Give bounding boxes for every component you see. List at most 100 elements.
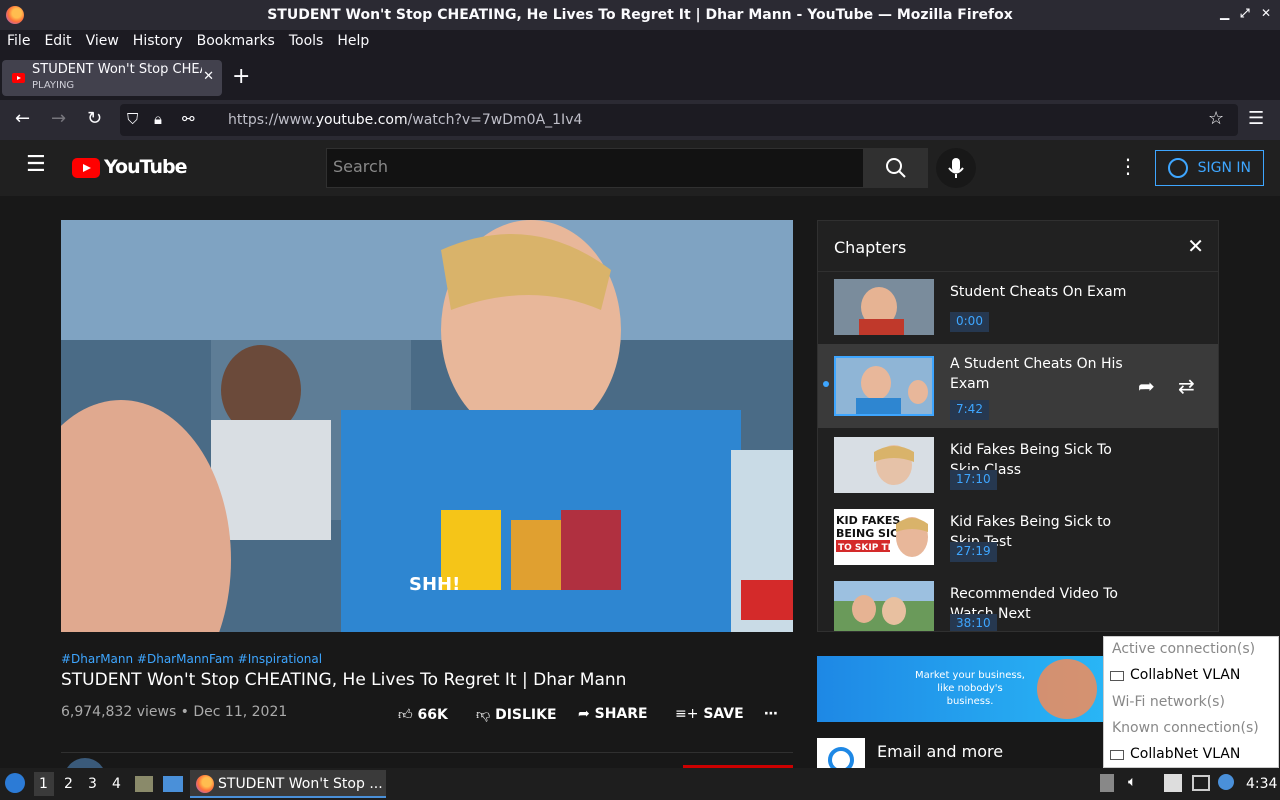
minimize-icon[interactable]: ▁ xyxy=(1220,6,1229,20)
chapter-timestamp[interactable]: 27:19 xyxy=(950,542,997,562)
thumbs-down-icon: 👎︎ xyxy=(476,707,491,723)
network-menu-popup: Active connection(s) CollabNet VLAN Wi-F… xyxy=(1103,636,1279,768)
more-actions-icon[interactable]: ⋯ xyxy=(764,706,778,722)
chapter-title: Student Cheats On Exam xyxy=(950,284,1127,300)
chapter-item[interactable]: Kid Fakes Being Sick To Skip Class 17:10 xyxy=(818,430,1218,502)
menu-history[interactable]: History xyxy=(133,33,183,49)
chapter-timestamp[interactable]: 0:00 xyxy=(950,312,989,332)
active-connection-item[interactable]: CollabNet VLAN xyxy=(1130,667,1240,689)
repeat-icon[interactable]: ⇄ xyxy=(1178,374,1195,398)
workspace-4[interactable]: 4 xyxy=(112,776,121,792)
video-frame: SHH! xyxy=(61,220,793,632)
sign-in-label: SIGN IN xyxy=(1197,160,1251,176)
ad-logo xyxy=(817,738,865,773)
save-label: SAVE xyxy=(703,706,744,722)
share-button[interactable]: ➦ SHARE xyxy=(578,706,648,722)
menu-tools[interactable]: Tools xyxy=(289,33,324,49)
chapter-item[interactable]: Student Cheats On Exam 0:00 xyxy=(818,272,1218,344)
network-icon[interactable] xyxy=(1192,775,1210,791)
chapter-item-active[interactable]: A Student Cheats On His Exam 7:42 ➦ ⇄ xyxy=(818,344,1218,428)
chapter-item[interactable]: KID FAKES BEING SICK TO SKIP TEST Kid Fake… xyxy=(818,502,1218,574)
app-menu-icon[interactable]: ☰ xyxy=(1248,108,1264,129)
menu-edit[interactable]: Edit xyxy=(44,33,71,49)
like-button[interactable]: 👍︎ 66K xyxy=(398,706,448,723)
video-title: STUDENT Won't Stop CHEATING, He Lives To… xyxy=(61,670,627,690)
start-menu-icon[interactable] xyxy=(5,773,25,793)
reload-icon[interactable]: ↻ xyxy=(87,108,102,129)
search-icon xyxy=(886,158,906,178)
close-window-icon[interactable]: ✕ xyxy=(1261,6,1271,20)
ethernet-icon xyxy=(1110,750,1124,760)
notes-icon[interactable] xyxy=(1164,774,1182,792)
chapter-timestamp[interactable]: 7:42 xyxy=(950,400,989,420)
video-views-date: 6,974,832 views • Dec 11, 2021 xyxy=(61,704,288,720)
chapter-item[interactable]: Recommended Video To Watch Next 38:10 xyxy=(818,574,1218,631)
chapter-thumbnail xyxy=(834,279,934,335)
voice-search-button[interactable] xyxy=(936,148,976,188)
bookmark-star-icon[interactable]: ☆ xyxy=(1208,108,1224,129)
taskbar-firefox-window[interactable]: STUDENT Won't Stop ... xyxy=(190,770,386,798)
sign-in-button[interactable]: SIGN IN xyxy=(1155,150,1264,186)
workspace-1[interactable]: 1 xyxy=(34,772,54,796)
svg-text:TO SKIP TEST: TO SKIP TEST xyxy=(838,543,907,553)
url-bar[interactable]: ⛉ 🔒︎ ⚯ https://www.youtube.com/watch?v=7… xyxy=(120,104,1238,136)
ad-email-text[interactable]: Email and more xyxy=(877,742,1003,761)
known-connections-header: Known connection(s) xyxy=(1112,720,1259,736)
chapter-title: A Student Cheats On His Exam xyxy=(950,356,1123,392)
video-caption: SHH! xyxy=(409,574,460,595)
youtube-logo-text[interactable]: YouTube xyxy=(104,156,187,178)
navigation-bar: ← → ↻ ⛉ 🔒︎ ⚯ https://www.youtube.com/wat… xyxy=(0,100,1280,140)
account-icon xyxy=(1168,158,1188,178)
window-title: STUDENT Won't Stop CHEATING, He Lives To… xyxy=(267,7,1013,23)
lock-icon[interactable]: 🔒︎ xyxy=(154,110,162,128)
video-hashtags[interactable]: #DharMann #DharMannFam #Inspirational xyxy=(61,652,322,666)
wifi-networks-header: Wi-Fi network(s) xyxy=(1112,694,1225,710)
search-input[interactable]: Search xyxy=(326,148,864,188)
youtube-logo-icon[interactable] xyxy=(72,158,100,178)
menu-file[interactable]: File xyxy=(7,33,30,49)
save-button[interactable]: ≡+ SAVE xyxy=(675,706,744,722)
taskbar-window-title: STUDENT Won't Stop ... xyxy=(218,776,383,792)
menu-view[interactable]: View xyxy=(86,33,119,49)
shield-icon[interactable]: ⛉ xyxy=(127,110,138,128)
menu-help[interactable]: Help xyxy=(337,33,369,49)
share-icon: ➦ xyxy=(578,706,590,722)
tab-title: STUDENT Won't Stop CHEATING, He Lives To… xyxy=(32,62,202,77)
volume-icon[interactable]: 🔈︎ xyxy=(1128,774,1136,790)
browser-tab[interactable]: STUDENT Won't Stop CHEATING, He Lives To… xyxy=(2,60,222,96)
known-connection-item[interactable]: CollabNet VLAN xyxy=(1130,746,1240,768)
taskbar: 1 2 3 4 STUDENT Won't Stop ... 🔈︎ 4:34 xyxy=(0,768,1280,800)
chapter-thumbnail xyxy=(834,437,934,493)
menu-bookmarks[interactable]: Bookmarks xyxy=(197,33,275,49)
workspace-3[interactable]: 3 xyxy=(88,776,97,792)
workspace-2[interactable]: 2 xyxy=(64,776,73,792)
chapter-timestamp[interactable]: 38:10 xyxy=(950,614,997,631)
chapter-timestamp[interactable]: 17:10 xyxy=(950,470,997,490)
firefox-logo-icon xyxy=(196,775,214,793)
clock[interactable]: 4:34 xyxy=(1246,776,1277,792)
file-manager-icon[interactable] xyxy=(135,776,153,792)
close-chapters-icon[interactable]: ✕ xyxy=(1187,234,1204,258)
ad-banner[interactable]: Market your business, like nobody's busi… xyxy=(817,656,1107,722)
new-tab-icon[interactable]: + xyxy=(232,64,250,89)
back-icon[interactable]: ← xyxy=(15,108,30,129)
permissions-icon[interactable]: ⚯ xyxy=(182,110,195,128)
settings-more-icon[interactable]: ⋮ xyxy=(1118,154,1138,178)
active-connections-header: Active connection(s) xyxy=(1112,641,1256,657)
forward-icon[interactable]: → xyxy=(51,108,66,129)
share-icon[interactable]: ➦ xyxy=(1138,374,1155,398)
video-player[interactable]: SHH! xyxy=(61,220,793,632)
dislike-label: DISLIKE xyxy=(495,707,557,723)
desktop-icon[interactable] xyxy=(163,776,183,792)
clipboard-icon[interactable] xyxy=(1100,774,1114,792)
chapter-thumbnail xyxy=(834,581,934,631)
ethernet-icon xyxy=(1110,671,1124,681)
svg-text:KID FAKES: KID FAKES xyxy=(836,514,900,527)
maximize-icon[interactable]: ⤢ xyxy=(1240,6,1250,21)
dislike-button[interactable]: 👎︎ DISLIKE xyxy=(476,706,557,723)
guide-menu-icon[interactable]: ☰ xyxy=(26,152,46,177)
search-button[interactable] xyxy=(864,148,928,188)
current-chapter-dot-icon xyxy=(823,381,829,387)
update-icon[interactable] xyxy=(1218,774,1234,790)
close-tab-icon[interactable]: ✕ xyxy=(203,69,214,84)
